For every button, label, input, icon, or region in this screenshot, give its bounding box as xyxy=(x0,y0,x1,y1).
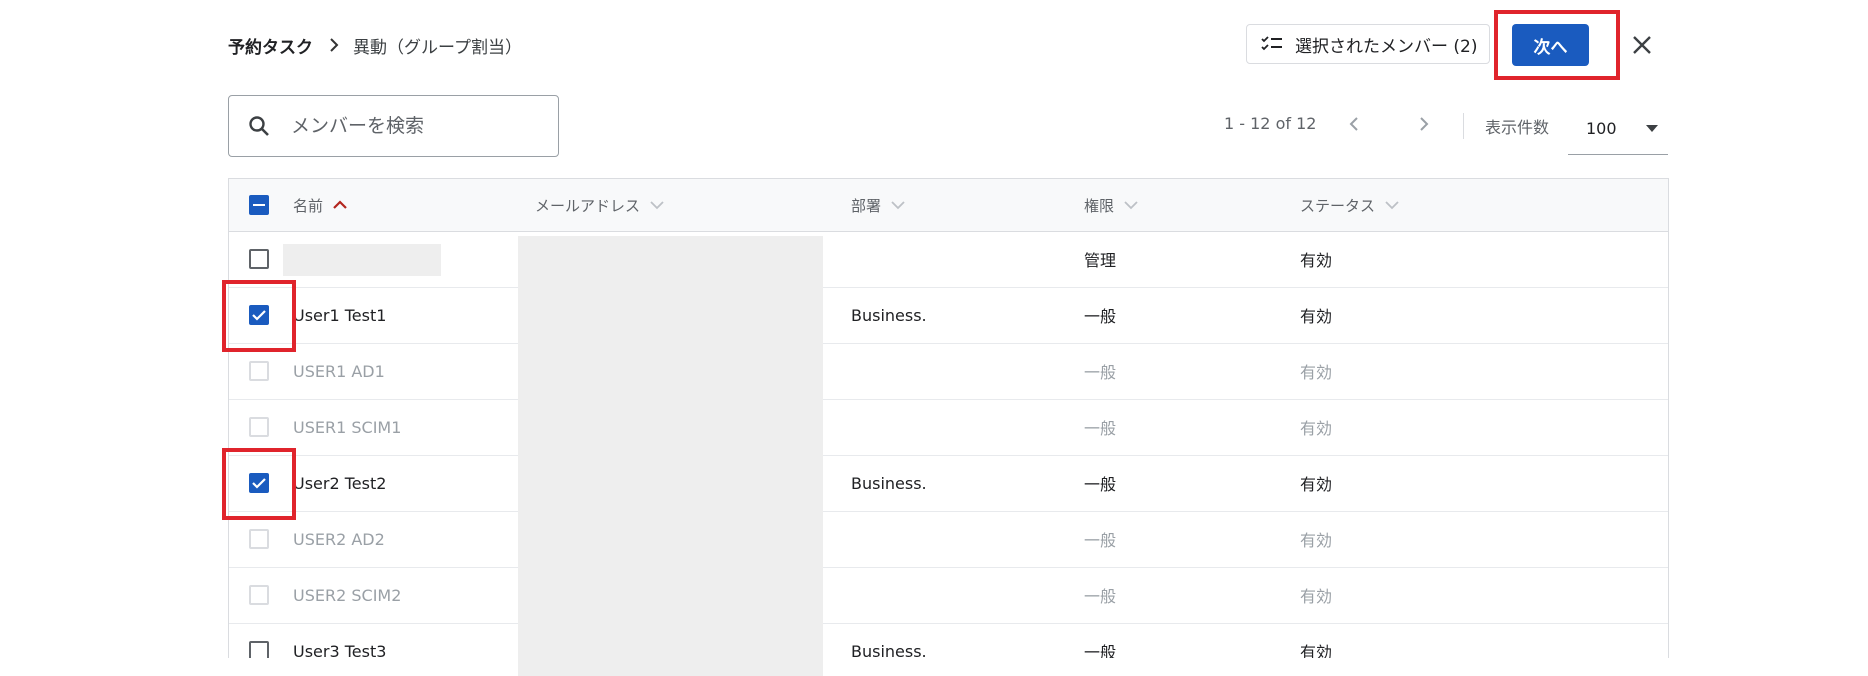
table-row[interactable]: User3 Test3 Business. 一般 有効 xyxy=(229,623,1668,658)
sort-down-icon xyxy=(650,201,664,210)
next-button-label: 次へ xyxy=(1533,37,1568,58)
sort-down-icon xyxy=(1385,201,1399,210)
column-header-email[interactable]: メールアドレス xyxy=(535,179,664,231)
members-table: 名前 メールアドレス 部署 権限 ステータス 管理 有効 User1 Test1… xyxy=(228,178,1669,658)
table-header: 名前 メールアドレス 部署 権限 ステータス xyxy=(229,179,1668,232)
table-row: USER2 SCIM2 一般 有効 xyxy=(229,567,1668,624)
sort-down-icon xyxy=(1124,201,1138,210)
column-header-role[interactable]: 権限 xyxy=(1084,179,1138,231)
cell-department: Business. xyxy=(851,305,927,325)
search-icon xyxy=(249,116,269,136)
column-header-department[interactable]: 部署 xyxy=(851,179,905,231)
breadcrumb-current: 異動（グループ割当） xyxy=(353,37,522,58)
previous-page-button[interactable] xyxy=(1340,110,1368,138)
redacted-name xyxy=(283,244,441,276)
cell-name: User2 Test2 xyxy=(293,473,387,493)
per-page-select[interactable]: 100 xyxy=(1568,103,1668,155)
sort-up-icon xyxy=(333,200,347,209)
next-button[interactable]: 次へ xyxy=(1512,24,1589,66)
cell-status: 有効 xyxy=(1300,251,1333,270)
redacted-email-column xyxy=(518,236,823,676)
cell-role: 一般 xyxy=(1084,307,1117,326)
cell-name: USER2 AD2 xyxy=(293,529,385,549)
column-header-status[interactable]: ステータス xyxy=(1300,179,1399,231)
table-row[interactable]: User1 Test1 Business. 一般 有効 xyxy=(229,287,1668,344)
row-checkbox[interactable] xyxy=(249,641,269,658)
cell-status: 有効 xyxy=(1300,307,1333,326)
checkmark-icon xyxy=(252,478,266,489)
chevron-left-icon xyxy=(1349,117,1358,131)
table-row[interactable]: 管理 有効 xyxy=(229,231,1668,288)
table-row: USER1 SCIM1 一般 有効 xyxy=(229,399,1668,456)
pagination-divider xyxy=(1463,113,1464,139)
table-row: USER1 AD1 一般 有効 xyxy=(229,343,1668,400)
next-page-button[interactable] xyxy=(1410,110,1438,138)
row-checkbox[interactable] xyxy=(249,473,269,493)
close-button[interactable] xyxy=(1624,27,1660,63)
cell-department: Business. xyxy=(851,641,927,659)
cell-status: 有効 xyxy=(1300,643,1333,658)
checklist-icon xyxy=(1261,36,1282,51)
row-checkbox xyxy=(249,529,269,549)
cell-role: 管理 xyxy=(1084,251,1117,270)
row-checkbox xyxy=(249,417,269,437)
close-icon xyxy=(1633,36,1651,54)
cell-role: 一般 xyxy=(1084,419,1117,438)
row-checkbox[interactable] xyxy=(249,249,269,269)
table-row: USER2 AD2 一般 有効 xyxy=(229,511,1668,568)
per-page-label: 表示件数 xyxy=(1485,118,1550,137)
row-checkbox xyxy=(249,361,269,381)
pagination-range: 1 - 12 of 12 xyxy=(1224,114,1317,133)
search-input[interactable] xyxy=(289,114,533,138)
per-page-value: 100 xyxy=(1586,119,1617,138)
cell-role: 一般 xyxy=(1084,363,1117,382)
breadcrumb: 予約タスク 異動（グループ割当） xyxy=(228,30,522,60)
cell-status: 有効 xyxy=(1300,363,1333,382)
cell-status: 有効 xyxy=(1300,587,1333,606)
cell-role: 一般 xyxy=(1084,475,1117,494)
search-field[interactable] xyxy=(228,95,559,157)
chevron-right-icon xyxy=(329,38,339,52)
cell-role: 一般 xyxy=(1084,531,1117,550)
cell-role: 一般 xyxy=(1084,587,1117,606)
selected-members-button[interactable]: 選択されたメンバー (2) xyxy=(1246,24,1490,64)
checkmark-icon xyxy=(252,310,266,321)
column-header-name[interactable]: 名前 xyxy=(293,179,347,231)
cell-status: 有効 xyxy=(1300,475,1333,494)
cell-name: USER1 SCIM1 xyxy=(293,417,402,437)
cell-name: User1 Test1 xyxy=(293,305,387,325)
cell-status: 有効 xyxy=(1300,531,1333,550)
cell-department: Business. xyxy=(851,473,927,493)
chevron-right-icon xyxy=(1420,117,1429,131)
row-checkbox xyxy=(249,585,269,605)
selected-members-label: 選択されたメンバー (2) xyxy=(1295,36,1478,57)
dropdown-arrow-icon xyxy=(1646,124,1658,132)
table-row[interactable]: User2 Test2 Business. 一般 有効 xyxy=(229,455,1668,512)
select-all-checkbox[interactable] xyxy=(249,195,269,215)
cell-status: 有効 xyxy=(1300,419,1333,438)
cell-name: User3 Test3 xyxy=(293,641,387,659)
cell-role: 一般 xyxy=(1084,643,1117,658)
breadcrumb-parent[interactable]: 予約タスク xyxy=(228,33,313,58)
row-checkbox[interactable] xyxy=(249,305,269,325)
cell-name: USER1 AD1 xyxy=(293,361,385,381)
sort-down-icon xyxy=(891,201,905,210)
cell-name: USER2 SCIM2 xyxy=(293,585,402,605)
